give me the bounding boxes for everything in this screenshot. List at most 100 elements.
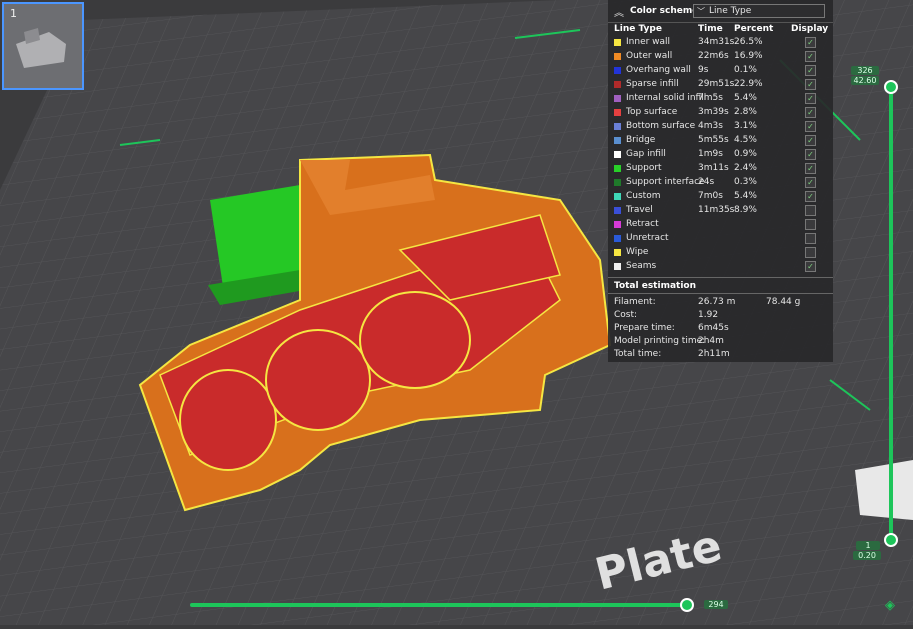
- line-type-label: Inner wall: [626, 37, 671, 47]
- line-type-percent: 4.5%: [734, 135, 757, 145]
- estimation-label: Cost:: [614, 310, 638, 320]
- line-type-time: 24s: [698, 177, 715, 187]
- collapse-up-icon[interactable]: ︽: [614, 4, 626, 19]
- color-swatch: [614, 137, 621, 144]
- display-checkbox[interactable]: ✓: [805, 121, 816, 132]
- color-swatch: [614, 263, 621, 270]
- display-checkbox[interactable]: [805, 205, 816, 216]
- move-slider-track: [190, 603, 690, 607]
- layers-icon[interactable]: ◈: [885, 598, 895, 613]
- display-checkbox[interactable]: [805, 233, 816, 244]
- estimation-row: Cost: 1.92: [608, 309, 833, 323]
- top-layer-number: 326: [851, 66, 879, 75]
- color-swatch: [614, 123, 621, 130]
- line-type-label: Internal solid infill: [626, 93, 707, 103]
- line-type-time: 3m39s: [698, 107, 729, 117]
- line-type-label: Gap infill: [626, 149, 666, 159]
- bottom-layer-height: 0.20: [853, 551, 881, 560]
- line-type-time: 3m11s: [698, 163, 729, 173]
- move-slider[interactable]: [190, 598, 694, 612]
- line-type-time: 29m51s: [698, 79, 735, 89]
- top-layer-height: 42.60: [851, 76, 879, 85]
- line-type-time: 5m55s: [698, 135, 729, 145]
- layer-slider-top-handle[interactable]: [884, 80, 898, 94]
- legend-divider: [608, 293, 833, 294]
- estimation-label: Prepare time:: [614, 323, 675, 333]
- move-slider-handle[interactable]: [680, 598, 694, 612]
- display-checkbox[interactable]: ✓: [805, 177, 816, 188]
- color-scheme-label: Color scheme: [630, 6, 699, 16]
- line-type-label: Sparse infill: [626, 79, 679, 89]
- line-type-time: 7m5s: [698, 93, 723, 103]
- estimation-row: Total time: 2h11m: [608, 348, 833, 362]
- color-swatch: [614, 39, 621, 46]
- line-type-time: 1m9s: [698, 149, 723, 159]
- cup-hole-3: [359, 291, 471, 389]
- line-type-percent: 0.1%: [734, 65, 757, 75]
- legend-panel: ︽ Color scheme ﹀ Line Type Line Type Tim…: [608, 0, 833, 362]
- legend-row: Sparse infill 29m51s 22.9% ✓: [608, 78, 833, 92]
- display-checkbox[interactable]: ✓: [805, 163, 816, 174]
- plate-thumbnail[interactable]: 1: [2, 2, 84, 90]
- line-type-percent: 26.5%: [734, 37, 763, 47]
- color-swatch: [614, 109, 621, 116]
- layer-slider-bottom-handle[interactable]: [884, 533, 898, 547]
- legend-row: Gap infill 1m9s 0.9% ✓: [608, 148, 833, 162]
- estimation-extra: 78.44 g: [766, 297, 801, 307]
- line-type-label: Seams: [626, 261, 657, 271]
- display-checkbox[interactable]: ✓: [805, 79, 816, 90]
- column-header-display: Display: [791, 24, 829, 34]
- estimation-value: 1.92: [698, 310, 719, 320]
- display-checkbox[interactable]: ✓: [805, 37, 816, 48]
- cup-hole-1: [179, 369, 277, 471]
- line-type-percent: 22.9%: [734, 79, 763, 89]
- line-type-time: 22m6s: [698, 51, 729, 61]
- color-scheme-value: Line Type: [709, 6, 752, 16]
- display-checkbox[interactable]: [805, 247, 816, 258]
- column-header-percent: Percent: [734, 24, 774, 34]
- color-swatch: [614, 179, 621, 186]
- line-type-percent: 16.9%: [734, 51, 763, 61]
- move-slider-value: 294: [704, 600, 728, 609]
- color-swatch: [614, 151, 621, 158]
- color-swatch: [614, 221, 621, 228]
- estimation-value: 2h4m: [698, 336, 724, 346]
- line-type-percent: 8.9%: [734, 205, 757, 215]
- line-type-label: Support interface: [626, 177, 705, 187]
- display-checkbox[interactable]: ✓: [805, 93, 816, 104]
- display-checkbox[interactable]: ✓: [805, 149, 816, 160]
- legend-row: Support 3m11s 2.4% ✓: [608, 162, 833, 176]
- line-type-label: Overhang wall: [626, 65, 691, 75]
- estimation-label: Total time:: [614, 349, 662, 359]
- display-checkbox[interactable]: ✓: [805, 135, 816, 146]
- line-type-label: Top surface: [626, 107, 678, 117]
- line-type-time: 9s: [698, 65, 709, 75]
- line-type-label: Travel: [626, 205, 653, 215]
- line-type-percent: 2.4%: [734, 163, 757, 173]
- line-type-label: Support: [626, 163, 662, 173]
- estimation-row: Prepare time: 6m45s: [608, 322, 833, 336]
- display-checkbox[interactable]: ✓: [805, 65, 816, 76]
- line-type-label: Custom: [626, 191, 661, 201]
- line-type-time: 4m3s: [698, 121, 723, 131]
- display-checkbox[interactable]: [805, 219, 816, 230]
- color-swatch: [614, 165, 621, 172]
- display-checkbox[interactable]: ✓: [805, 51, 816, 62]
- line-type-percent: 0.3%: [734, 177, 757, 187]
- bottom-layer-number: 1: [856, 541, 880, 550]
- display-checkbox[interactable]: ✓: [805, 191, 816, 202]
- display-checkbox[interactable]: ✓: [805, 261, 816, 272]
- line-type-time: 11m35s: [698, 205, 735, 215]
- color-scheme-select[interactable]: ﹀ Line Type: [693, 4, 825, 18]
- legend-row: Bridge 5m55s 4.5% ✓: [608, 134, 833, 148]
- estimation-value: 2h11m: [698, 349, 730, 359]
- line-type-percent: 5.4%: [734, 191, 757, 201]
- legend-row: Seams ✓: [608, 260, 833, 274]
- legend-row: Wipe: [608, 246, 833, 260]
- legend-row: Top surface 3m39s 2.8% ✓: [608, 106, 833, 120]
- line-type-label: Bottom surface: [626, 121, 696, 131]
- legend-divider: [608, 277, 833, 278]
- display-checkbox[interactable]: ✓: [805, 107, 816, 118]
- layer-range-slider[interactable]: [884, 75, 898, 547]
- legend-row: Internal solid infill 7m5s 5.4% ✓: [608, 92, 833, 106]
